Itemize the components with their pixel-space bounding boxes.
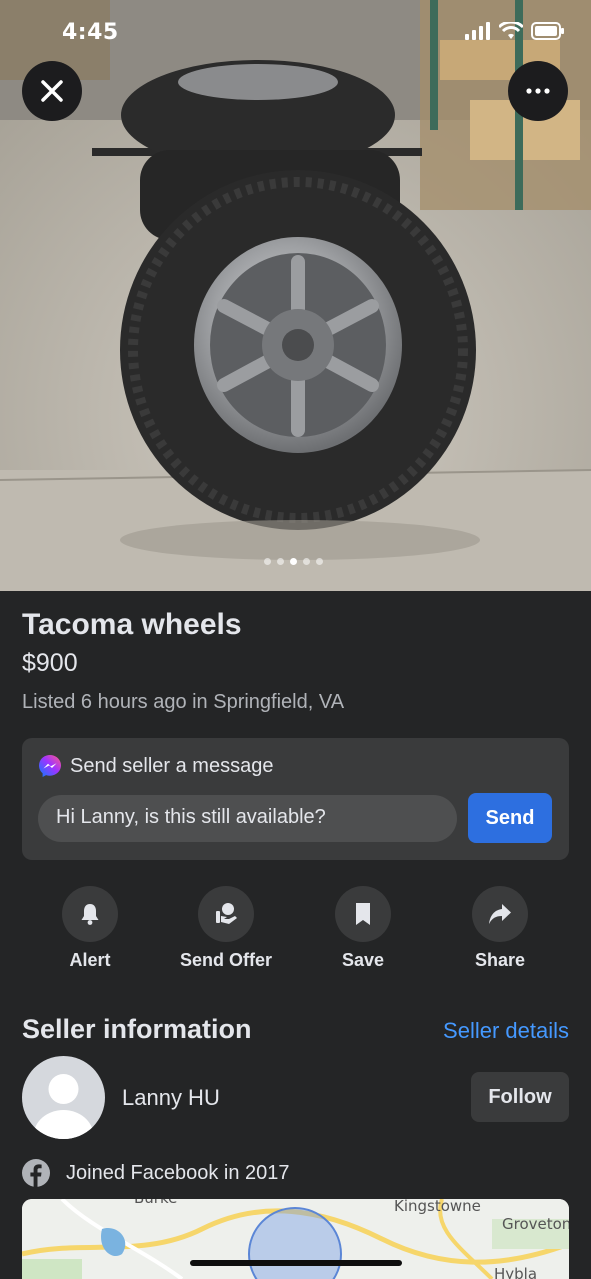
- signal-icon: [465, 22, 490, 40]
- bookmark-icon: [356, 903, 370, 925]
- default-avatar-icon: [33, 1074, 94, 1139]
- facebook-icon: [22, 1159, 50, 1187]
- send-offer-icon: [216, 903, 237, 924]
- save-label: Save: [341, 950, 385, 970]
- pager-dot-active[interactable]: [290, 558, 297, 565]
- send-offer-circle[interactable]: [198, 886, 254, 942]
- pager-dot[interactable]: [277, 558, 284, 565]
- send-offer-button[interactable]: Send Offer: [158, 886, 294, 971]
- bell-icon: [81, 904, 99, 925]
- close-button[interactable]: [22, 61, 82, 121]
- close-icon: [41, 80, 63, 102]
- seller-section-title: Seller information: [22, 1014, 252, 1044]
- alert-circle[interactable]: [62, 886, 118, 942]
- map-label: Groveton: [502, 1215, 569, 1233]
- save-button[interactable]: Save: [295, 886, 431, 971]
- follow-button[interactable]: Follow: [471, 1072, 569, 1122]
- tires-photo: [0, 0, 591, 591]
- action-bar: Alert Send Offer Save Share: [0, 886, 591, 976]
- pager-dot[interactable]: [316, 558, 323, 565]
- seller-name[interactable]: Lanny HU: [122, 1085, 220, 1111]
- location-map[interactable]: Burke Kingstowne Groveton Hybla Valley: [22, 1199, 569, 1279]
- share-arrow-icon: [489, 904, 511, 924]
- messenger-icon: [39, 755, 61, 777]
- more-options-button[interactable]: [508, 61, 568, 121]
- wifi-icon: [499, 22, 523, 39]
- save-circle[interactable]: [335, 886, 391, 942]
- seller-avatar[interactable]: [22, 1056, 105, 1139]
- message-input[interactable]: Hi Lanny, is this still available?: [38, 795, 457, 842]
- map-label: Kingstowne: [394, 1199, 481, 1215]
- status-icons: [465, 22, 565, 40]
- share-label: Share: [474, 950, 526, 970]
- joined-label: Joined Facebook in 2017: [66, 1161, 290, 1184]
- joined-facebook-row: Joined Facebook in 2017: [22, 1159, 290, 1187]
- listing-price: $900: [22, 649, 78, 677]
- listing-meta[interactable]: Listed 6 hours ago in Springfield, VA: [22, 691, 344, 714]
- send-offer-label: Send Offer: [179, 950, 272, 970]
- share-button[interactable]: Share: [432, 886, 568, 971]
- pager-dot[interactable]: [264, 558, 271, 565]
- send-button[interactable]: Send: [468, 793, 552, 843]
- message-card: Send seller a message Hi Lanny, is this …: [22, 738, 569, 860]
- more-dots-icon: [526, 88, 550, 94]
- status-time: 4:45: [62, 20, 119, 45]
- pager-dot[interactable]: [303, 558, 310, 565]
- battery-icon: [531, 22, 564, 40]
- alert-button[interactable]: Alert: [22, 886, 158, 971]
- message-header: Send seller a message: [38, 754, 273, 778]
- alert-label: Alert: [69, 950, 111, 970]
- photo-pager[interactable]: [264, 558, 323, 565]
- map-label: Hybla Valley: [494, 1265, 538, 1279]
- seller-details-link[interactable]: Seller details: [443, 1018, 569, 1044]
- map-label: Burke: [134, 1199, 177, 1207]
- listing-title: Tacoma wheels: [22, 608, 242, 641]
- share-circle[interactable]: [472, 886, 528, 942]
- home-indicator[interactable]: [190, 1260, 402, 1266]
- message-header-label: Send seller a message: [70, 754, 274, 777]
- listing-photo[interactable]: 4:45: [0, 0, 591, 591]
- map-tiles: [22, 1199, 569, 1279]
